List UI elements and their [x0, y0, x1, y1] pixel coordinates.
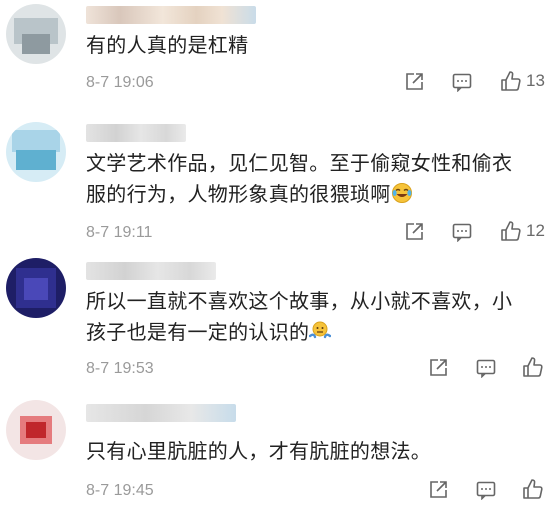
shrug-emoji — [309, 320, 332, 351]
like-button[interactable] — [522, 478, 548, 500]
username-blurred[interactable] — [86, 404, 236, 422]
comment-time: 8-7 19:06 — [86, 74, 154, 91]
avatar[interactable] — [6, 258, 66, 318]
comment-time: 8-7 19:11 — [86, 224, 153, 241]
comment-text: 文学艺术作品，见仁见智。至于偷窥女性和偷衣服的行为，人物形象真的很猥琐啊 — [86, 148, 526, 213]
like-button[interactable]: 13 — [500, 70, 545, 92]
avatar-pixel — [12, 130, 60, 152]
comment-icon — [452, 73, 472, 92]
avatar[interactable] — [6, 400, 66, 460]
comment-icon — [452, 223, 472, 242]
comment-text-body: 所以一直就不喜欢这个故事，从小就不喜欢，小孩子也是有一定的认识的 — [86, 289, 513, 344]
like-button[interactable]: 12 — [500, 220, 545, 242]
thumbs-up-icon — [523, 479, 543, 499]
share-button[interactable] — [404, 72, 424, 92]
reply-button[interactable] — [452, 222, 472, 242]
share-icon — [430, 481, 447, 498]
avatar[interactable] — [6, 122, 66, 182]
avatar-pixel — [16, 150, 56, 170]
avatar-pixel — [24, 278, 48, 300]
share-icon — [406, 73, 423, 90]
comment-time: 8-7 19:45 — [86, 482, 154, 499]
thumbs-up-icon — [501, 71, 521, 91]
reply-button[interactable] — [452, 72, 472, 92]
avatar-pixel — [22, 34, 50, 54]
like-button[interactable] — [522, 356, 548, 378]
thumbs-up-icon — [501, 221, 521, 241]
comment-text-body: 文学艺术作品，见仁见智。至于偷窥女性和偷衣服的行为，人物形象真的很猥琐啊 — [86, 151, 513, 206]
username-blurred[interactable] — [86, 6, 256, 24]
like-count: 12 — [526, 221, 545, 240]
like-count: 13 — [526, 71, 545, 90]
share-icon — [406, 223, 423, 240]
comment-icon — [476, 481, 496, 500]
tears-of-joy-emoji — [391, 182, 413, 213]
comment-text: 只有心里肮脏的人，才有肮脏的想法。 — [86, 439, 432, 463]
share-button[interactable] — [428, 358, 448, 378]
reply-button[interactable] — [476, 358, 496, 378]
share-button[interactable] — [404, 222, 424, 242]
username-blurred[interactable] — [86, 262, 216, 280]
comment-icon — [476, 359, 496, 378]
avatar[interactable] — [6, 4, 66, 64]
comment-time: 8-7 19:53 — [86, 360, 154, 377]
username-blurred[interactable] — [86, 124, 186, 142]
reply-button[interactable] — [476, 480, 496, 500]
comment-text: 所以一直就不喜欢这个故事，从小就不喜欢，小孩子也是有一定的认识的 — [86, 286, 526, 351]
share-icon — [430, 359, 447, 376]
share-button[interactable] — [428, 480, 448, 500]
comment-text: 有的人真的是杠精 — [86, 33, 249, 57]
thumbs-up-icon — [523, 357, 543, 377]
avatar-pixel — [26, 422, 46, 438]
